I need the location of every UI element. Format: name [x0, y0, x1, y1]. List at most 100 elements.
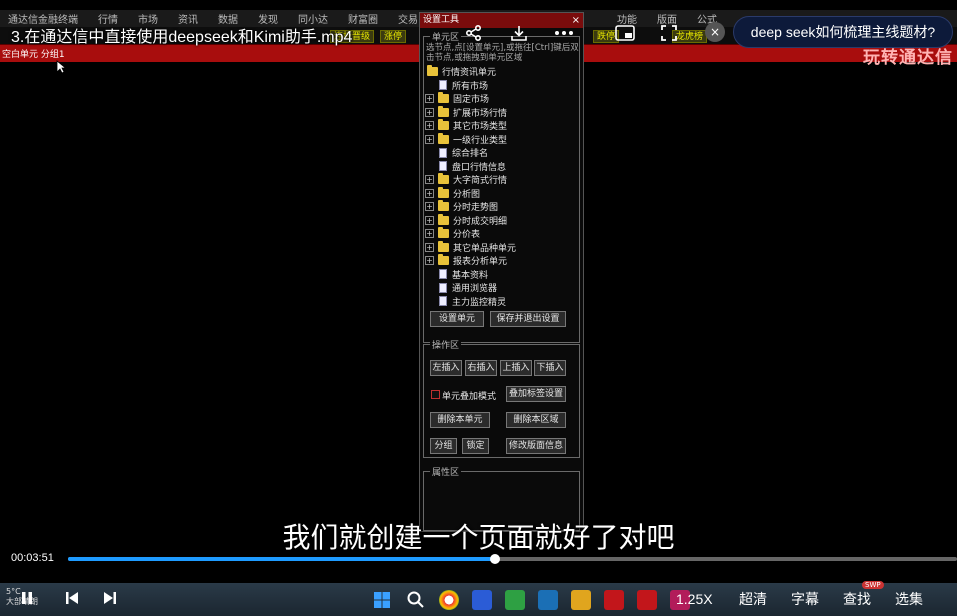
dialog-title: 设置工具 — [423, 15, 460, 25]
tree-node[interactable]: 通用浏览器 — [425, 281, 575, 295]
tdx-icon-2[interactable] — [637, 590, 657, 610]
tree-node[interactable]: 行情资讯单元 — [425, 65, 575, 79]
edit-layout-info-button[interactable]: 修改版面信息 — [506, 438, 566, 454]
tree-node[interactable]: + 分析图 — [425, 186, 575, 201]
expand-icon[interactable]: + — [425, 175, 434, 185]
pause-icon[interactable] — [17, 590, 37, 610]
tree-node-label: 其它市场类型 — [453, 122, 508, 133]
tree-node-label: 盘口行情信息 — [452, 162, 507, 173]
folder-icon — [438, 240, 449, 252]
tree-node[interactable]: + 分时走势图 — [425, 200, 575, 214]
ai-question-pill[interactable]: deep seek如何梳理主线题材? — [733, 16, 953, 48]
overlay-tab-settings-button[interactable]: 叠加标签设置 — [506, 386, 566, 402]
folder-icon — [438, 132, 449, 144]
speed-button[interactable]: 1.25X — [676, 583, 713, 616]
tree-node[interactable]: + 固定市场 — [425, 92, 575, 106]
tree-node-label: 一级行业类型 — [453, 135, 508, 146]
video-title: 3.在通达信中直接使用deepseek和Kimi助手.mp4 — [11, 29, 353, 46]
download-icon[interactable] — [508, 22, 530, 44]
folder-icon — [438, 92, 449, 104]
next-icon[interactable] — [100, 590, 120, 610]
previous-icon[interactable] — [62, 590, 82, 610]
document-icon — [439, 161, 447, 172]
progress-fill — [68, 557, 495, 561]
chrome-icon[interactable] — [439, 590, 459, 610]
document-icon — [439, 80, 447, 91]
expand-icon[interactable]: + — [425, 242, 434, 252]
defender-icon[interactable] — [472, 590, 492, 610]
tree-node[interactable]: + 其它市场类型 — [425, 119, 575, 133]
tree-node[interactable]: 基本资料 — [425, 268, 575, 282]
expand-icon[interactable]: + — [425, 188, 434, 198]
swp-badge: SWP — [862, 581, 884, 589]
group-button[interactable]: 分组 — [430, 438, 457, 454]
captions-button[interactable]: 字幕 — [791, 583, 819, 616]
tree-node[interactable]: 所有市场 — [425, 79, 575, 93]
expand-icon[interactable]: + — [425, 229, 434, 239]
tree-node[interactable]: 综合排名 — [425, 146, 575, 160]
windows-start-icon[interactable] — [372, 590, 392, 610]
folder-icon — [438, 227, 449, 239]
folder-icon — [438, 173, 449, 185]
tree-node[interactable]: + 报表分析单元 — [425, 254, 575, 268]
toolbar-chip-1[interactable]: 涨停 — [380, 30, 407, 43]
unit-hint: 选节点,点[设置单元],或拖往[Ctrl]键后双击节点,或拖拽到单元区域 — [426, 43, 579, 63]
set-unit-button[interactable]: 设置单元 — [430, 311, 484, 327]
tree-node-label: 通用浏览器 — [452, 284, 498, 295]
insert-up-button[interactable]: 上插入 — [500, 360, 532, 376]
folder-icon — [438, 213, 449, 225]
tree-node[interactable]: + 分时成交明细 — [425, 213, 575, 228]
tree-node-label: 基本资料 — [452, 270, 489, 281]
share-icon[interactable] — [463, 22, 485, 44]
tree-node-label: 其它单品种单元 — [453, 243, 517, 254]
tree-node-label: 分时成交明细 — [453, 216, 508, 227]
quality-button[interactable]: 超清 — [739, 583, 767, 616]
insert-left-button[interactable]: 左插入 — [430, 360, 462, 376]
close-question-button[interactable]: × — [705, 22, 725, 42]
tree-node[interactable]: + 一级行业类型 — [425, 132, 575, 147]
lock-button[interactable]: 锁定 — [462, 438, 489, 454]
unit-tree[interactable]: 行情资讯单元 所有市场 + 固定市场 + 扩展市场行情 + 其它市场类型 + 一级行业类型 综合排名… — [425, 65, 575, 311]
tree-node[interactable]: + 扩展市场行情 — [425, 105, 575, 120]
tree-node[interactable]: + 其它单品种单元 — [425, 240, 575, 255]
expand-icon[interactable]: + — [425, 202, 434, 212]
tdx-icon[interactable] — [604, 590, 624, 610]
folder-icon[interactable] — [571, 590, 591, 610]
video-subtitle: 我们就创建一个页面就好了对吧 — [282, 521, 675, 554]
document-icon — [439, 296, 447, 307]
insert-right-button[interactable]: 右插入 — [465, 360, 497, 376]
episodes-button[interactable]: 选集 — [895, 583, 923, 616]
overlay-mode-label: 单元叠加模式 — [442, 392, 497, 402]
progress-bar[interactable] — [68, 554, 957, 564]
ops-group-title: 操作区 — [430, 338, 462, 351]
expand-icon[interactable]: + — [425, 94, 434, 104]
overlay-mode-checkbox[interactable] — [431, 390, 440, 399]
tree-node[interactable]: 主力监控精灵 — [425, 295, 575, 309]
delete-area-button[interactable]: 删除本区域 — [506, 412, 566, 428]
tree-node-label: 分析图 — [453, 189, 481, 200]
app-icon[interactable] — [538, 590, 558, 610]
tree-node[interactable]: + 大字简式行情 — [425, 173, 575, 187]
expand-icon[interactable]: + — [425, 256, 434, 266]
expand-icon[interactable]: + — [425, 121, 434, 131]
wechat-icon[interactable] — [505, 590, 525, 610]
progress-knob[interactable] — [489, 554, 500, 564]
fullscreen-icon[interactable] — [658, 22, 680, 44]
delete-unit-button[interactable]: 删除本单元 — [430, 412, 490, 428]
tree-node-label: 大字简式行情 — [453, 176, 508, 187]
insert-down-button[interactable]: 下插入 — [534, 360, 566, 376]
folder-icon — [438, 254, 449, 266]
expand-icon[interactable]: + — [425, 107, 434, 117]
document-icon — [439, 269, 447, 280]
document-icon — [439, 282, 447, 293]
tree-node[interactable]: 盘口行情信息 — [425, 160, 575, 174]
search-icon[interactable] — [406, 590, 426, 610]
expand-icon[interactable]: + — [425, 134, 434, 144]
tree-node[interactable]: + 分价表 — [425, 227, 575, 241]
save-exit-button[interactable]: 保存并退出设置 — [490, 311, 566, 327]
settings-dialog: 设置工具 × 单元区 选节点,点[设置单元],或拖往[Ctrl]键后双击节点,或… — [419, 12, 584, 532]
picture-in-picture-icon[interactable] — [614, 22, 636, 44]
more-icon[interactable] — [553, 22, 575, 44]
expand-icon[interactable]: + — [425, 215, 434, 225]
tree-node-label: 扩展市场行情 — [453, 108, 508, 119]
